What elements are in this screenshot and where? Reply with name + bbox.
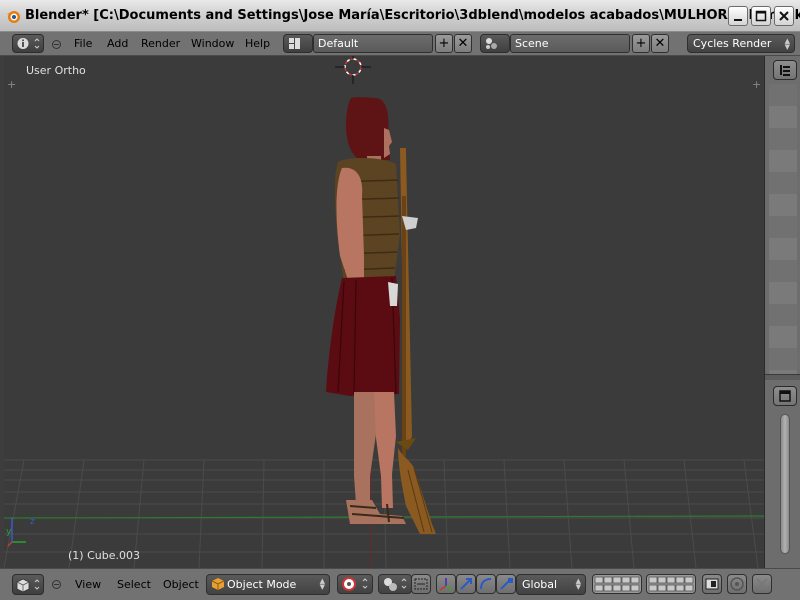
menu-render[interactable]: Render [141, 37, 180, 50]
manipulator-icon [439, 578, 453, 591]
render-engine-label: Cycles Render [693, 37, 772, 50]
layer-lock-icon [705, 578, 719, 590]
x-icon: ✕ [457, 36, 469, 51]
collapse-menu-icon[interactable] [51, 579, 62, 590]
pivot-point-button[interactable] [378, 574, 412, 594]
scene-field[interactable]: Scene [510, 34, 630, 53]
properties-editor-button[interactable] [773, 386, 797, 406]
render-engine-dropdown[interactable]: Cycles Render ▲ ▼ [687, 34, 795, 53]
side-panel-column [764, 56, 800, 568]
menu-file[interactable]: File [74, 37, 92, 50]
layers-icon [594, 576, 640, 592]
transform-orientation-dropdown[interactable]: Global ▲ ▼ [516, 574, 586, 595]
viewport-shading-button[interactable] [337, 574, 373, 594]
menu-help[interactable]: Help [245, 37, 270, 50]
plus-icon: + [635, 36, 647, 51]
3d-cursor[interactable] [335, 56, 371, 84]
view3d-header: View Select Object Object Mode ▲ ▼ Globa… [0, 568, 800, 600]
snap-toggle-button[interactable] [752, 574, 772, 594]
layers-group-2[interactable] [646, 574, 696, 594]
outliner-panel [769, 84, 797, 374]
scale-manipulator-button[interactable] [496, 574, 516, 594]
viewport-scene: z y + + [4, 56, 764, 568]
info-editor-icon [17, 38, 40, 49]
svg-text:y: y [6, 527, 12, 537]
screen-layout-browse-button[interactable] [283, 34, 313, 53]
add-screen-button[interactable]: + [435, 34, 453, 53]
add-scene-button[interactable]: + [632, 34, 650, 53]
menu-object[interactable]: Object [163, 578, 199, 591]
axis-gizmo: z y [6, 517, 35, 547]
delete-screen-button[interactable]: ✕ [454, 34, 472, 53]
close-icon [779, 11, 789, 21]
editor-type-button-3d[interactable] [12, 574, 44, 595]
menu-view[interactable]: View [75, 578, 101, 591]
dropdown-arrow-icon: ▲ ▼ [784, 37, 790, 51]
scene-icon [486, 38, 497, 49]
rotate-icon [480, 578, 492, 590]
plus-icon[interactable]: + [7, 78, 16, 91]
layers-icon [648, 576, 694, 592]
properties-scrollbar[interactable] [780, 414, 790, 554]
view-mode-label: User Ortho [26, 64, 86, 77]
menu-add[interactable]: Add [107, 37, 128, 50]
svg-text:z: z [30, 517, 35, 527]
dropdown-arrow-icon: ▲ ▼ [575, 577, 581, 591]
proportional-edit-button[interactable] [727, 574, 747, 594]
menu-select[interactable]: Select [117, 578, 151, 591]
scene-browse-button[interactable] [480, 34, 510, 53]
window-title: Blender* [C:\Documents and Settings\Jose… [25, 8, 800, 23]
pivot-icon [384, 578, 407, 591]
outliner-editor-button[interactable] [773, 60, 797, 80]
panel-divider [765, 374, 800, 380]
screen-layout-field[interactable]: Default [313, 34, 433, 53]
align-icon [414, 578, 428, 590]
info-header: File Add Render Window Help Default + ✕ … [0, 32, 800, 56]
dropdown-arrow-icon: ▲ ▼ [319, 577, 325, 591]
3d-viewport[interactable]: z y + + User Ortho (1) Cube.003 [4, 56, 764, 568]
layers-group-1[interactable] [592, 574, 642, 594]
minimize-button[interactable] [728, 6, 748, 26]
editor-type-button[interactable] [12, 34, 44, 53]
delete-scene-button[interactable]: ✕ [651, 34, 669, 53]
character-model[interactable] [326, 97, 436, 534]
pivot-align-button[interactable] [411, 574, 431, 594]
view3d-editor-icon [16, 578, 40, 593]
outliner-icon [780, 65, 790, 76]
object-mode-icon [212, 578, 224, 590]
title-bar: Blender* [C:\Documents and Settings\Jose… [0, 0, 800, 32]
plus-icon: + [438, 36, 450, 51]
collapse-menu-icon[interactable] [51, 39, 62, 50]
scale-icon [500, 578, 513, 590]
x-icon: ✕ [654, 36, 666, 51]
blender-logo-icon [7, 11, 20, 23]
manipulator-toggle-button[interactable] [436, 574, 456, 594]
mode-label: Object Mode [227, 578, 297, 591]
screen-layout-icon [289, 38, 300, 49]
maximize-button[interactable] [751, 6, 771, 26]
mode-dropdown[interactable]: Object Mode ▲ ▼ [206, 574, 330, 595]
shading-icon [342, 577, 368, 591]
proportional-edit-icon [730, 577, 744, 591]
lock-layers-button[interactable] [702, 574, 722, 594]
translate-icon [460, 578, 472, 590]
render-icon [756, 578, 768, 590]
rotate-manipulator-button[interactable] [476, 574, 496, 594]
minimize-icon [734, 19, 742, 21]
close-button[interactable] [774, 6, 794, 26]
active-object-label: (1) Cube.003 [68, 549, 140, 562]
orientation-label: Global [522, 578, 558, 591]
menu-window[interactable]: Window [191, 37, 234, 50]
plus-icon[interactable]: + [752, 78, 761, 91]
properties-icon [779, 390, 791, 402]
translate-manipulator-button[interactable] [456, 574, 476, 594]
maximize-icon [755, 10, 767, 22]
blender-window: Blender* [C:\Documents and Settings\Jose… [0, 0, 800, 600]
